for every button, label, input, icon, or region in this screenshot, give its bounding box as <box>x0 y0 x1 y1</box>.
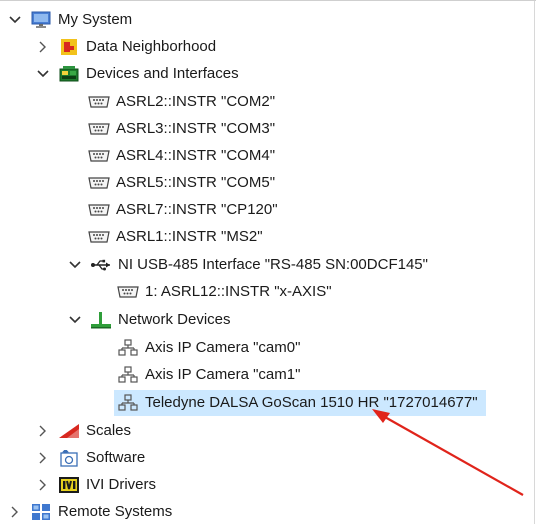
annotation-arrow-shaft <box>375 411 524 496</box>
annotation-arrow <box>372 409 524 496</box>
annotation-arrow-head <box>372 409 390 423</box>
